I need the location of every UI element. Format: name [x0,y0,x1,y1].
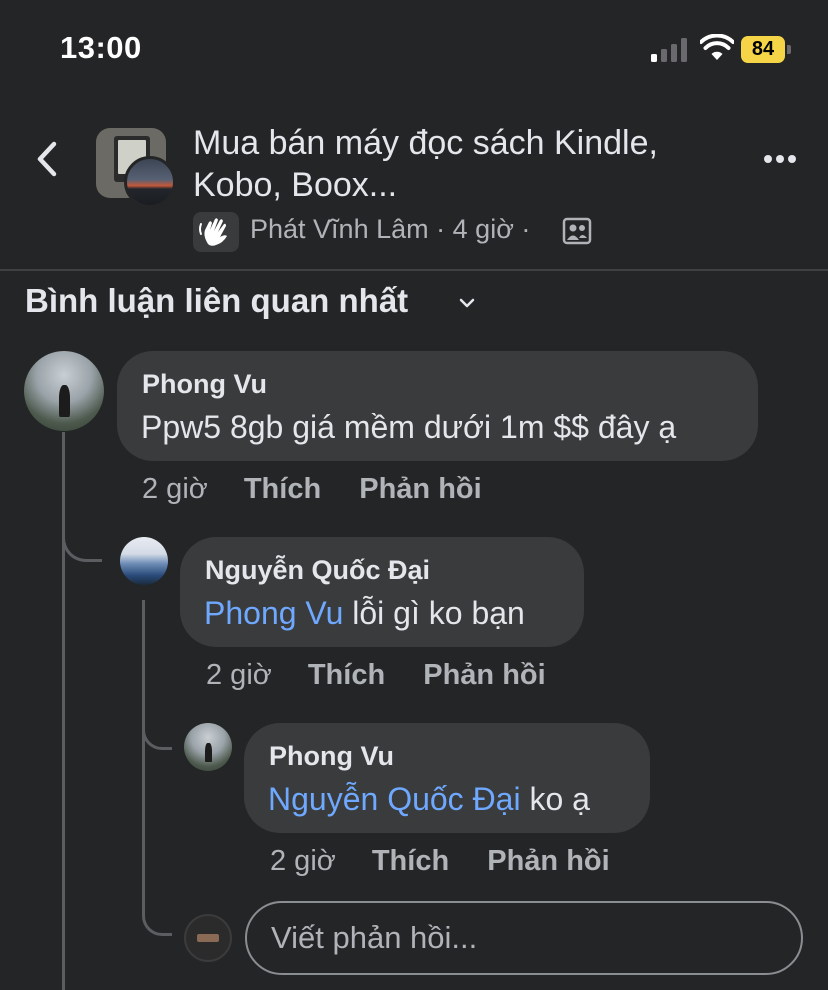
comment-actions: 2 giờ Thích Phản hồi [270,845,610,878]
comment-body: ko ạ [529,781,590,817]
like-button[interactable]: Thích [372,845,449,877]
mention-link[interactable]: Phong Vu [204,595,343,631]
comment-text: Nguyễn Quốc Đại ko ạ [268,781,590,818]
avatar[interactable] [120,537,168,585]
comment-time: 2 giờ [270,845,336,877]
comment-bubble: Nguyễn Quốc Đại Phong Vu lỗi gì ko bạn [180,537,584,647]
reply-input[interactable] [245,901,803,975]
meta-separator: · [521,214,531,244]
thread-connector [62,520,102,562]
thread-connector [142,720,172,750]
status-time: 13:00 [60,30,142,65]
wifi-icon [700,34,734,60]
header-divider [0,269,828,271]
post-time: 4 giờ [452,214,514,244]
thread-connector [142,890,172,936]
comment-author[interactable]: Phong Vu [269,741,394,772]
group-title[interactable]: Mua bán máy đọc sách Kindle, Kobo, Boox.… [193,122,733,206]
like-button[interactable]: Thích [244,473,321,505]
reply-button[interactable]: Phản hồi [423,659,545,691]
thread-line [142,740,145,900]
avatar[interactable] [184,723,232,771]
battery-icon: 84 [741,36,791,63]
comment-time: 2 giờ [142,473,208,505]
comment-text: Ppw5 8gb giá mềm dưới 1m $$ đây ạ [141,409,677,445]
comment-actions: 2 giờ Thích Phản hồi [206,659,546,692]
thread-line [142,600,145,740]
like-button[interactable]: Thích [308,659,385,691]
comment-actions: 2 giờ Thích Phản hồi [142,473,482,506]
post-author[interactable]: Phát Vĩnh Lâm [250,214,429,244]
chevron-left-icon[interactable] [30,138,64,180]
comment-time: 2 giờ [206,659,272,691]
cellular-signal-icon [651,38,691,62]
reply-button[interactable]: Phản hồi [487,845,609,877]
avatar[interactable] [24,351,104,431]
thread-line [62,432,65,990]
members-only-icon [562,217,592,245]
comment-author[interactable]: Nguyễn Quốc Đại [205,555,430,586]
current-user-avatar [184,914,232,962]
more-horizontal-icon[interactable] [762,150,798,170]
comment-body: lỗi gì ko bạn [352,595,525,631]
battery-level: 84 [751,38,775,60]
chevron-down-icon[interactable] [456,292,478,314]
comment-bubble: Phong Vu Nguyễn Quốc Đại ko ạ [244,723,650,833]
post-meta: Phát Vĩnh Lâm · 4 giờ · [250,214,530,245]
mention-link[interactable]: Nguyễn Quốc Đại [268,781,521,817]
comment-author[interactable]: Phong Vu [142,369,267,400]
comment-sort-selector[interactable]: Bình luận liên quan nhất [25,282,408,320]
group-avatar[interactable] [96,128,178,208]
comment-text: Phong Vu lỗi gì ko bạn [204,595,525,632]
waving-hand-icon [193,212,239,252]
comment-bubble: Phong Vu Ppw5 8gb giá mềm dưới 1m $$ đây… [117,351,758,461]
reply-button[interactable]: Phản hồi [359,473,481,505]
meta-separator: · [436,214,446,244]
